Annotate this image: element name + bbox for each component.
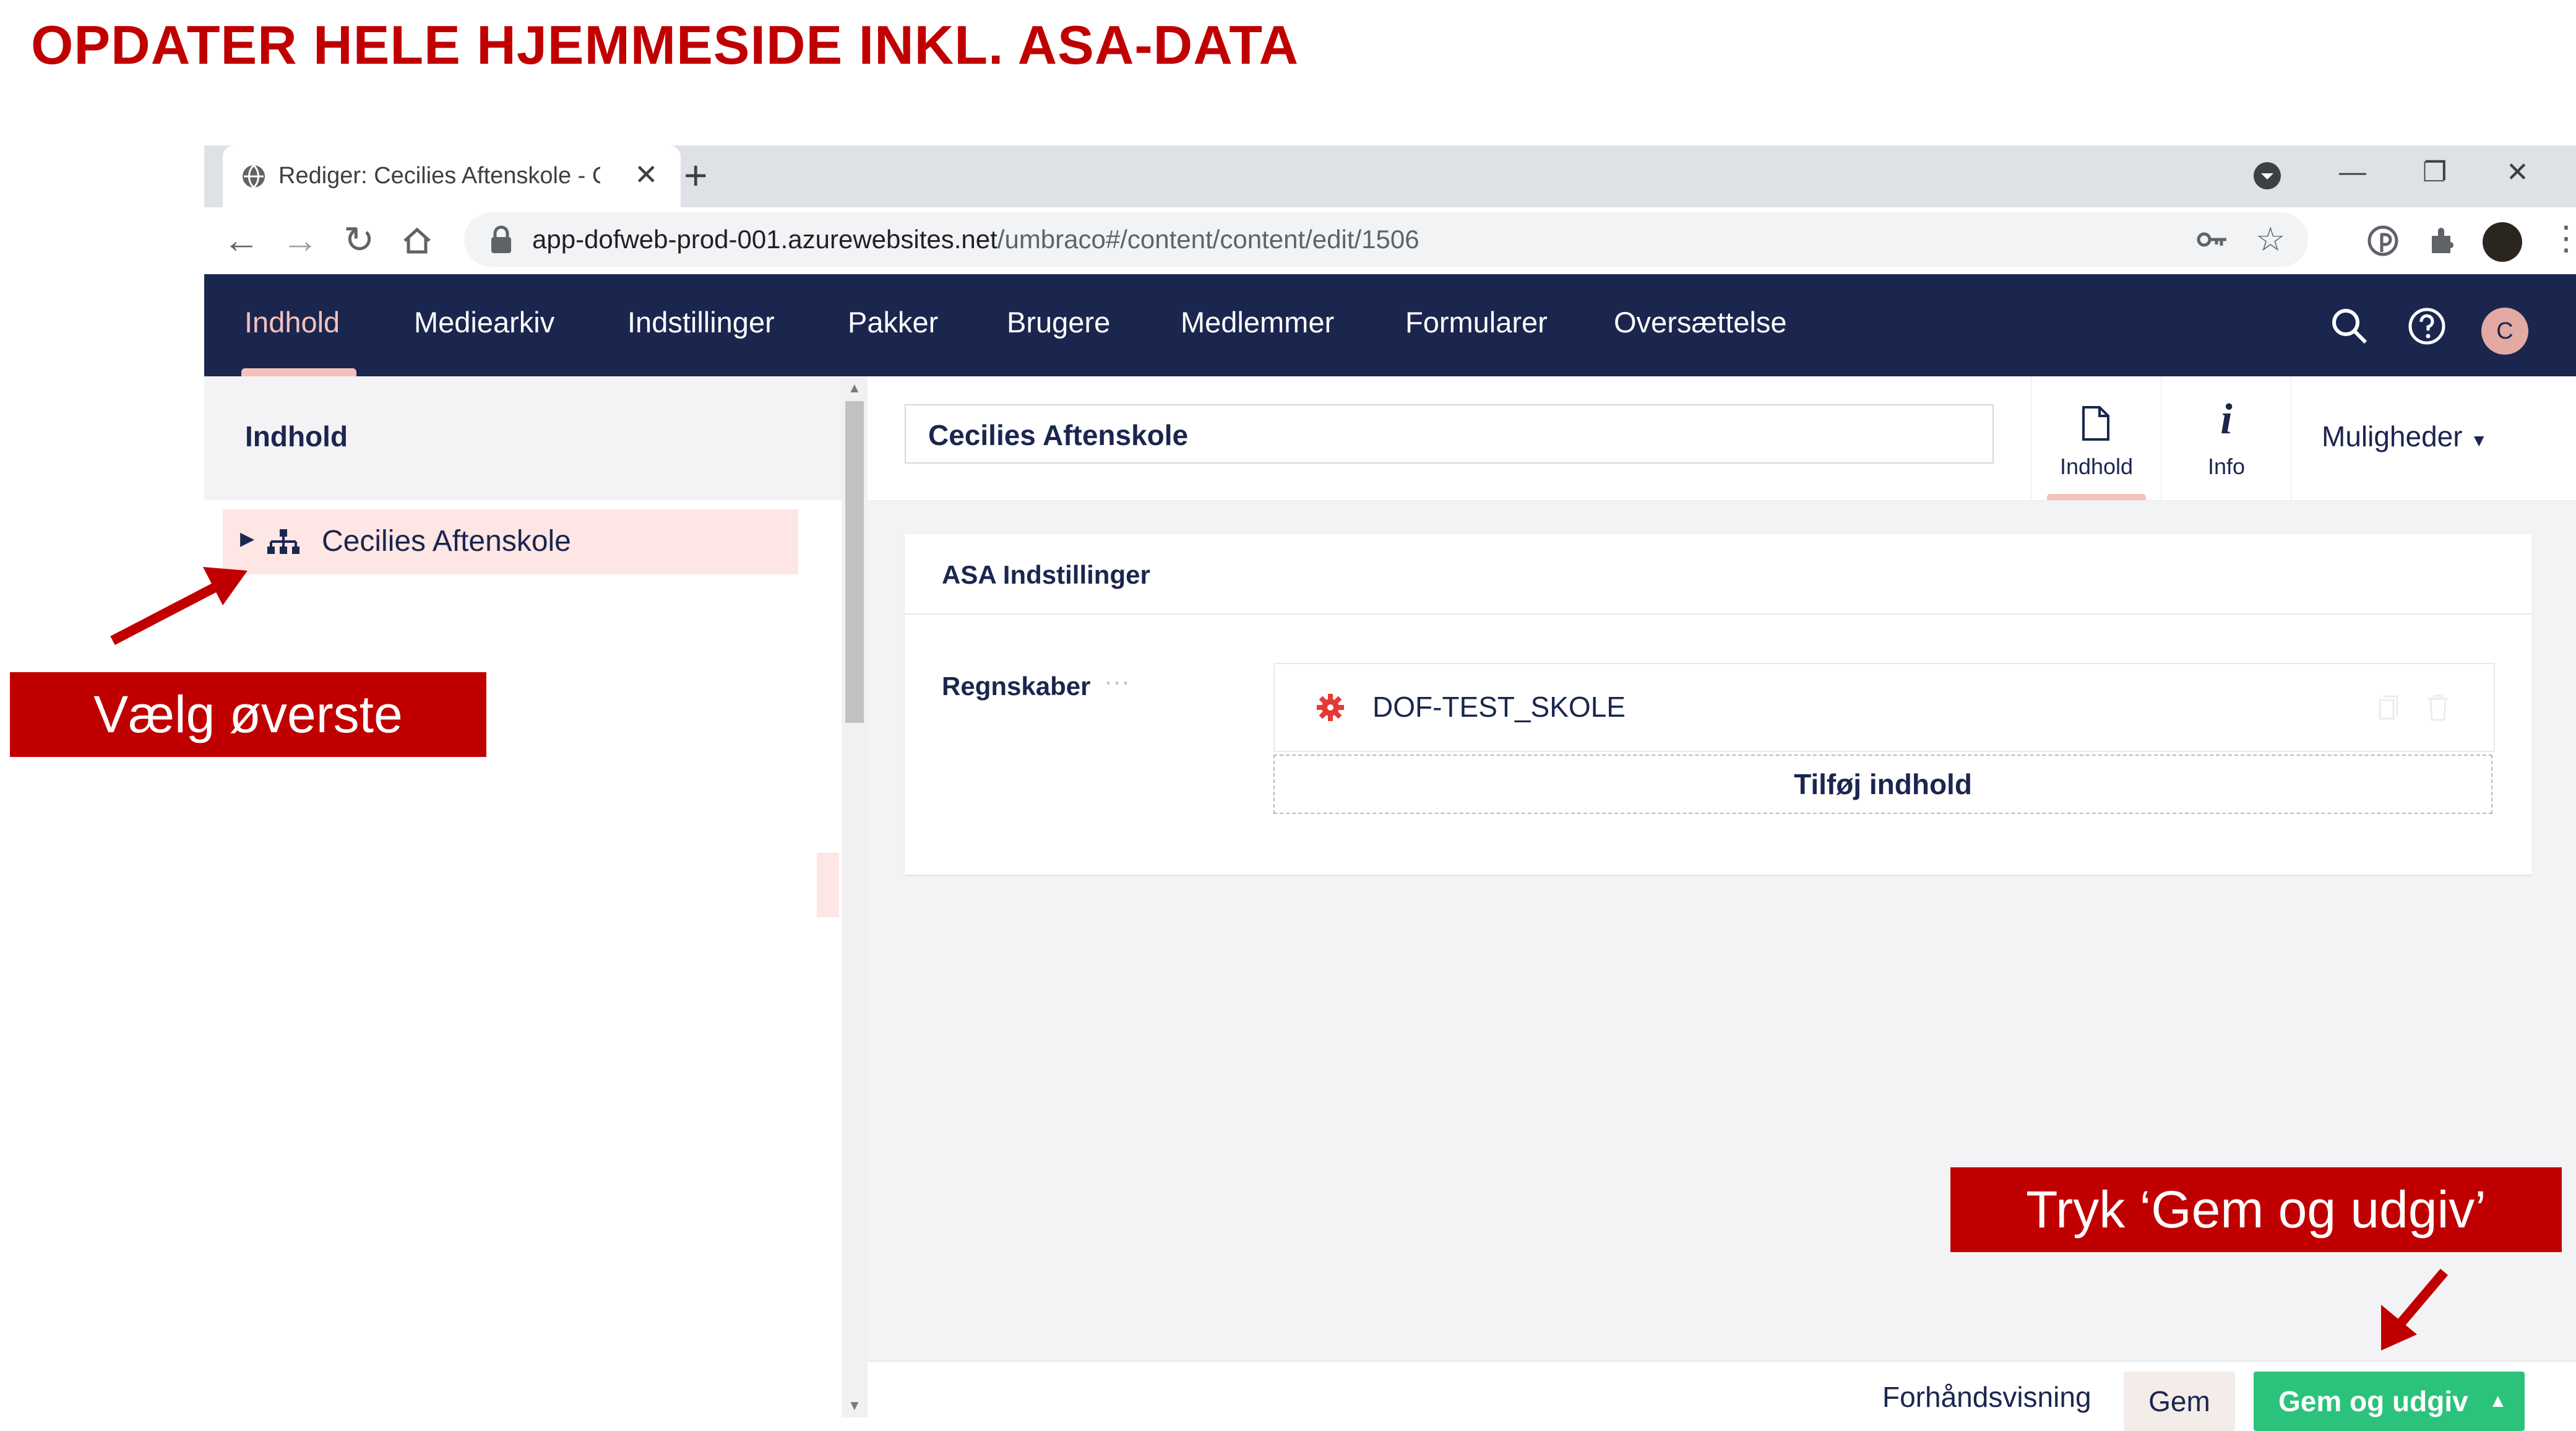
browser-tab[interactable]: Rediger: Cecilies Aftenskole - Co ✕ (223, 145, 681, 207)
tree-scrollbar[interactable]: ▲ ▼ (842, 376, 868, 1417)
group-divider (905, 613, 2532, 615)
nav-item-mediearkiv[interactable]: Mediearkiv (414, 305, 554, 339)
content-editor: Cecilies Aftenskole Indhold i Info Mulig… (868, 376, 2576, 1431)
add-content-button[interactable]: Tilføj indhold (1273, 754, 2492, 814)
actions-dropdown[interactable]: Muligheder ▼ (2322, 420, 2488, 453)
tab-indhold[interactable]: Indhold (2031, 376, 2161, 500)
trash-icon[interactable] (2426, 694, 2450, 721)
restore-icon[interactable]: ❐ (2423, 157, 2447, 188)
umbraco-header: Indhold Mediearkiv Indstillinger Pakker … (204, 274, 2576, 376)
search-icon[interactable] (2330, 306, 2369, 346)
slide-title: OPDATER HELE HJEMMESIDE INKL. ASA-DATA (31, 14, 1299, 76)
extensions-icon[interactable] (2426, 225, 2458, 257)
tab-info[interactable]: i Info (2161, 376, 2291, 500)
new-tab-button[interactable]: + (684, 152, 708, 199)
tree-item-root[interactable]: ▶ Cecilies Aftenskole (223, 509, 798, 574)
nav-item-oversaettelse[interactable]: Oversættelse (1614, 305, 1786, 339)
tree-item-label: Cecilies Aftenskole (322, 525, 571, 558)
sitemap-icon (267, 529, 299, 554)
profile-avatar[interactable] (2483, 222, 2522, 262)
nav-active-indicator (241, 368, 356, 376)
nav-item-brugere[interactable]: Brugere (1007, 305, 1110, 339)
content-tree: Indhold ▶ Cecilies Aftenskole ▲ ▼ (204, 376, 868, 1417)
browser-toolbar: ← → ↻ app-dofweb-prod-001.azurewebsites.… (204, 207, 2576, 275)
reload-icon[interactable]: ↻ (343, 218, 374, 262)
property-group: ASA Indstillinger Regnskaber ··· DOF-TES… (905, 534, 2532, 875)
group-title: ASA Indstillinger (942, 560, 1150, 589)
node-name-input[interactable]: Cecilies Aftenskole (905, 404, 1994, 464)
info-icon: i (2220, 396, 2233, 443)
url-host: app-dofweb-prod-001.azurewebsites.net (532, 225, 997, 254)
minimize-icon[interactable]: — (2339, 157, 2366, 188)
address-bar[interactable]: app-dofweb-prod-001.azurewebsites.net/um… (464, 212, 2308, 267)
actions-label: Muligheder (2322, 420, 2463, 452)
scroll-thumb[interactable] (845, 401, 864, 723)
editor-footer: Forhåndsvisning Gem Gem og udgiv ▲ (868, 1360, 2576, 1431)
block-label: DOF-TEST_SKOLE (1372, 691, 1626, 723)
callout-save-publish: Tryk ‘Gem og udgiv’ (1950, 1167, 2562, 1252)
tab-info-label: Info (2207, 454, 2246, 479)
pinterest-icon[interactable] (2367, 225, 2399, 257)
callout-select-top: Vælg øverste (10, 672, 486, 757)
user-avatar[interactable]: C (2481, 308, 2528, 355)
key-icon[interactable] (2197, 226, 2229, 253)
publish-label: Gem og udgiv (2278, 1385, 2468, 1417)
chevron-down-icon[interactable] (2252, 161, 2282, 191)
save-and-publish-button[interactable]: Gem og udgiv ▲ (2254, 1372, 2525, 1431)
star-icon[interactable]: ☆ (2255, 220, 2285, 259)
url-path: /umbraco#/content/content/edit/1506 (997, 225, 1419, 254)
tree-header: Indhold (204, 376, 842, 500)
caret-up-icon[interactable]: ▲ (2489, 1372, 2507, 1431)
tree-resize-handle[interactable] (817, 853, 839, 917)
nav-item-medlemmer[interactable]: Medlemmer (1181, 305, 1334, 339)
tab-active-indicator (2047, 494, 2146, 500)
editor-header: Cecilies Aftenskole Indhold i Info Mulig… (868, 376, 2576, 501)
caret-right-icon[interactable]: ▶ (240, 528, 254, 550)
tree-header-title[interactable]: Indhold (245, 420, 348, 453)
nav-item-indstillinger[interactable]: Indstillinger (627, 305, 775, 339)
tab-bar: Rediger: Cecilies Aftenskole - Co ✕ + — … (204, 145, 2576, 207)
caret-down-icon: ▼ (2470, 431, 2488, 450)
globe-icon (243, 164, 265, 189)
lock-icon (491, 225, 511, 253)
preview-button[interactable]: Forhåndsvisning (1882, 1380, 2091, 1414)
property-label: Regnskaber (942, 672, 1091, 701)
nav-item-pakker[interactable]: Pakker (848, 305, 938, 339)
back-icon[interactable]: ← (223, 218, 260, 261)
help-icon[interactable] (2407, 306, 2447, 346)
nav-item-indhold[interactable]: Indhold (244, 305, 340, 339)
tab-title: Rediger: Cecilies Aftenskole - Co (278, 163, 600, 189)
document-icon (2082, 406, 2109, 441)
scroll-up-icon[interactable]: ▲ (848, 380, 861, 396)
window-close-icon[interactable]: ✕ (2506, 157, 2529, 188)
save-button[interactable]: Gem (2124, 1372, 2235, 1431)
scroll-down-icon[interactable]: ▼ (848, 1398, 861, 1414)
home-icon[interactable] (401, 225, 433, 257)
gear-icon (1317, 694, 1344, 721)
url-text: app-dofweb-prod-001.azurewebsites.net/um… (532, 225, 1419, 254)
menu-icon[interactable]: ⋮ (2549, 218, 2576, 257)
forward-icon[interactable]: → (282, 218, 319, 261)
property-actions-icon[interactable]: ··· (1104, 667, 1130, 696)
nav-item-formularer[interactable]: Formularer (1405, 305, 1548, 339)
tab-indhold-label: Indhold (2059, 454, 2134, 479)
block-item[interactable]: DOF-TEST_SKOLE (1273, 663, 2495, 752)
close-icon[interactable]: ✕ (634, 158, 658, 191)
copy-icon[interactable] (2376, 694, 2401, 721)
